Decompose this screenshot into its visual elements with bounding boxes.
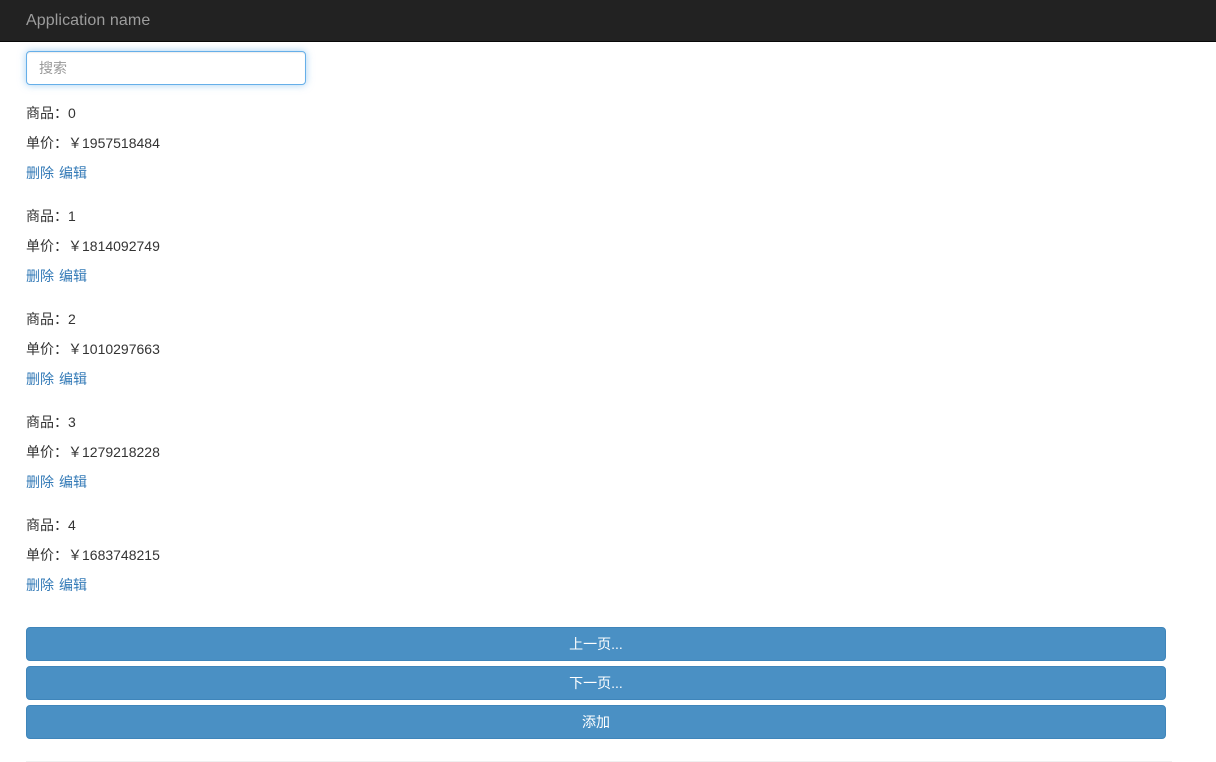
app-brand-title[interactable]: Application name xyxy=(0,11,150,31)
currency-symbol: ￥ xyxy=(68,238,82,254)
product-price-label: 单价： xyxy=(26,135,68,151)
delete-link[interactable]: 删除 xyxy=(26,474,54,490)
search-row xyxy=(26,42,1190,85)
list-item: 商品：1 单价：￥1814092749 删除 编辑 xyxy=(26,188,1190,291)
product-list: 商品：0 单价：￥1957518484 删除 编辑 商品：1 单价：￥181409… xyxy=(26,85,1190,600)
product-price-value: 1279218228 xyxy=(82,444,160,460)
product-actions: 删除 编辑 xyxy=(26,364,1190,394)
edit-link[interactable]: 编辑 xyxy=(59,474,87,490)
product-name-line: 商品：1 xyxy=(26,201,1190,231)
product-name-line: 商品：2 xyxy=(26,304,1190,334)
list-item: 商品：0 单价：￥1957518484 删除 编辑 xyxy=(26,85,1190,188)
product-name-label: 商品： xyxy=(26,208,68,224)
product-name-line: 商品：0 xyxy=(26,98,1190,128)
product-name-value: 1 xyxy=(68,208,76,224)
product-price-line: 单价：￥1010297663 xyxy=(26,334,1190,364)
product-price-value: 1814092749 xyxy=(82,238,160,254)
search-input[interactable] xyxy=(26,51,306,85)
list-item: 商品：3 单价：￥1279218228 删除 编辑 xyxy=(26,394,1190,497)
list-item: 商品：2 单价：￥1010297663 删除 编辑 xyxy=(26,291,1190,394)
add-button[interactable]: 添加 xyxy=(26,705,1166,739)
product-price-label: 单价： xyxy=(26,341,68,357)
currency-symbol: ￥ xyxy=(68,547,82,563)
delete-link[interactable]: 删除 xyxy=(26,371,54,387)
product-name-label: 商品： xyxy=(26,414,68,430)
product-price-line: 单价：￥1279218228 xyxy=(26,437,1190,467)
delete-link[interactable]: 删除 xyxy=(26,165,54,181)
list-item: 商品：4 单价：￥1683748215 删除 编辑 xyxy=(26,497,1190,600)
product-price-value: 1683748215 xyxy=(82,547,160,563)
product-price-label: 单价： xyxy=(26,444,68,460)
edit-link[interactable]: 编辑 xyxy=(59,165,87,181)
product-price-label: 单价： xyxy=(26,238,68,254)
product-name-value: 4 xyxy=(68,517,76,533)
product-name-line: 商品：4 xyxy=(26,510,1190,540)
product-name-label: 商品： xyxy=(26,105,68,121)
pagination-button-stack: 上一页... 下一页... 添加 xyxy=(26,600,1190,739)
product-actions: 删除 编辑 xyxy=(26,570,1190,600)
next-page-button[interactable]: 下一页... xyxy=(26,666,1166,700)
edit-link[interactable]: 编辑 xyxy=(59,268,87,284)
product-actions: 删除 编辑 xyxy=(26,261,1190,291)
product-actions: 删除 编辑 xyxy=(26,467,1190,497)
currency-symbol: ￥ xyxy=(68,444,82,460)
edit-link[interactable]: 编辑 xyxy=(59,577,87,593)
product-name-value: 3 xyxy=(68,414,76,430)
product-price-line: 单价：￥1683748215 xyxy=(26,540,1190,570)
product-name-value: 2 xyxy=(68,311,76,327)
product-price-line: 单价：￥1814092749 xyxy=(26,231,1190,261)
currency-symbol: ￥ xyxy=(68,341,82,357)
product-price-value: 1957518484 xyxy=(82,135,160,151)
currency-symbol: ￥ xyxy=(68,135,82,151)
product-price-value: 1010297663 xyxy=(82,341,160,357)
prev-page-button[interactable]: 上一页... xyxy=(26,627,1166,661)
product-name-label: 商品： xyxy=(26,311,68,327)
product-name-line: 商品：3 xyxy=(26,407,1190,437)
delete-link[interactable]: 删除 xyxy=(26,268,54,284)
product-actions: 删除 编辑 xyxy=(26,158,1190,188)
edit-link[interactable]: 编辑 xyxy=(59,371,87,387)
page-content: 商品：0 单价：￥1957518484 删除编辑 商品：1 单价：￥181409… xyxy=(0,42,1216,762)
product-name-label: 商品： xyxy=(26,517,68,533)
top-navbar: Application name xyxy=(0,0,1216,42)
product-price-label: 单价： xyxy=(26,547,68,563)
delete-link[interactable]: 删除 xyxy=(26,577,54,593)
product-name-value: 0 xyxy=(68,105,76,121)
product-price-line: 单价：￥1957518484 xyxy=(26,128,1190,158)
